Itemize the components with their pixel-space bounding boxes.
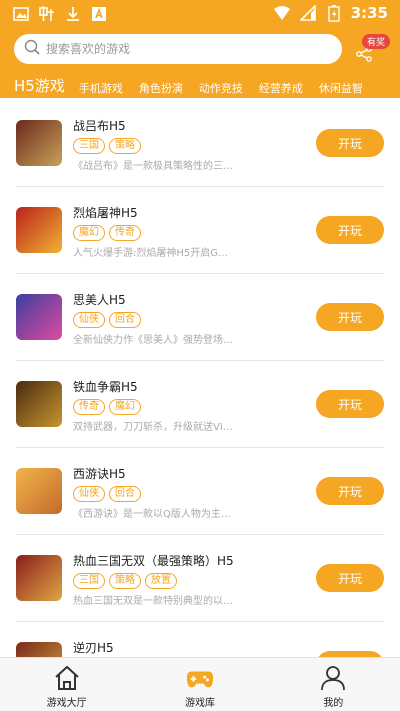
game-thumbnail [16,381,62,427]
play-button[interactable]: 开玩 [316,216,384,244]
nav-game-library[interactable]: 游戏库 [133,658,266,711]
game-thumbnail [16,468,62,514]
search-bar[interactable] [14,34,342,64]
nav-label: 我的 [323,698,344,709]
game-description: 热血三国无双是一款特别典型的以三... [73,596,233,607]
nav-label: 游戏大厅 [46,698,87,709]
tab-simulation[interactable]: 经营养成 [259,80,303,96]
header: 有奖 H5游戏 手机游戏 角色扮演 动作竞技 经营养成 休闲益智 [0,28,400,98]
game-list-item[interactable]: 热血三国无双（最强策略）H5 三国 策略 放置 热血三国无双是一款特别典型的以三… [0,535,400,622]
game-tag: 回合 [109,486,141,502]
search-icon [24,39,40,59]
status-time: 3:35 [350,4,388,22]
play-button[interactable]: 开玩 [316,390,384,418]
tab-action[interactable]: 动作竞技 [199,80,243,96]
tab-mobile-games[interactable]: 手机游戏 [79,80,123,96]
game-list-item[interactable]: 烈焰屠神H5 魔幻 传奇 人气火爆手游:烈焰屠神H5开启GM... 开玩 [0,187,400,274]
game-tags: 三国 策略 [73,138,141,154]
game-list-item[interactable]: 逆刃H5 开玩 [0,622,400,657]
game-description: 全新仙侠力作《思美人》强势登场,... [73,335,233,346]
game-tag: 仙侠 [73,312,105,328]
game-description: 双持武器，刀刀斩杀，升级就送VIP... [73,422,233,433]
font-app-icon [90,5,108,23]
home-icon [53,665,81,691]
tab-casual[interactable]: 休闲益智 [319,80,363,96]
game-description: 人气火爆手游:烈焰屠神H5开启GM... [73,248,233,259]
game-tag: 三国 [73,573,105,589]
game-tag: 三国 [73,138,105,154]
game-list-item[interactable]: 思美人H5 仙侠 回合 全新仙侠力作《思美人》强势登场,... 开玩 [0,274,400,361]
play-button[interactable]: 开玩 [316,129,384,157]
app-notification-icon [38,5,56,23]
gamepad-icon [186,665,214,691]
game-tag: 魔幻 [73,225,105,241]
game-tag: 回合 [109,312,141,328]
game-tags: 魔幻 传奇 [73,225,141,241]
game-thumbnail [16,294,62,340]
game-tag: 放置 [145,573,177,589]
nav-game-hall[interactable]: 游戏大厅 [0,658,133,711]
play-button[interactable]: 开玩 [316,477,384,505]
game-list: 战吕布H5 三国 策略 《战吕布》是一款极具策略性的三国... 开玩 烈焰屠神H… [0,100,400,657]
download-icon [64,5,82,23]
game-thumbnail [16,642,62,657]
battery-icon [325,4,343,22]
game-list-item[interactable]: 西游诀H5 仙侠 回合 《西游诀》是一款以Q版人物为主体... 开玩 [0,448,400,535]
game-list-item[interactable]: 战吕布H5 三国 策略 《战吕布》是一款极具策略性的三国... 开玩 [0,100,400,187]
game-description: 《西游诀》是一款以Q版人物为主体... [73,509,233,520]
game-tag: 策略 [109,573,141,589]
game-tag: 魔幻 [109,399,141,415]
wifi-icon [273,4,291,22]
search-input[interactable] [46,42,306,56]
game-name: 铁血争霸H5 [73,380,138,394]
game-name: 热血三国无双（最强策略）H5 [73,554,234,568]
game-thumbnail [16,120,62,166]
bottom-nav: 游戏大厅 游戏库 我的 [0,657,400,711]
play-button[interactable]: 开玩 [316,564,384,592]
game-thumbnail [16,555,62,601]
game-name: 战吕布H5 [73,119,126,133]
game-list-item[interactable]: 铁血争霸H5 传奇 魔幻 双持武器，刀刀斩杀，升级就送VIP... 开玩 [0,361,400,448]
game-name: 思美人H5 [73,293,126,307]
game-thumbnail [16,207,62,253]
game-tag: 传奇 [109,225,141,241]
game-tags: 传奇 魔幻 [73,399,141,415]
share-icon [356,46,372,66]
reward-badge: 有奖 [362,34,391,49]
game-tags: 仙侠 回合 [73,312,141,328]
game-name: 西游诀H5 [73,467,126,481]
category-tabs: H5游戏 手机游戏 角色扮演 动作竞技 经营养成 休闲益智 [0,74,400,96]
status-icons-right: 3:35 [273,4,388,22]
game-description: 《战吕布》是一款极具策略性的三国... [73,161,233,172]
game-tags: 三国 策略 放置 [73,573,177,589]
game-tag: 仙侠 [73,486,105,502]
image-icon [12,5,30,23]
status-bar: 3:35 [0,0,400,28]
signal-icon [299,4,317,22]
play-button[interactable]: 开玩 [316,303,384,331]
game-name: 烈焰屠神H5 [73,206,138,220]
tab-role-playing[interactable]: 角色扮演 [139,80,183,96]
nav-mine[interactable]: 我的 [267,658,400,711]
game-tag: 策略 [109,138,141,154]
game-tag: 传奇 [73,399,105,415]
status-icons-left [12,5,108,23]
game-name: 逆刃H5 [73,641,114,655]
game-tags: 仙侠 回合 [73,486,141,502]
person-icon [319,665,347,691]
tab-h5-games[interactable]: H5游戏 [14,75,65,96]
nav-label: 游戏库 [184,698,215,709]
